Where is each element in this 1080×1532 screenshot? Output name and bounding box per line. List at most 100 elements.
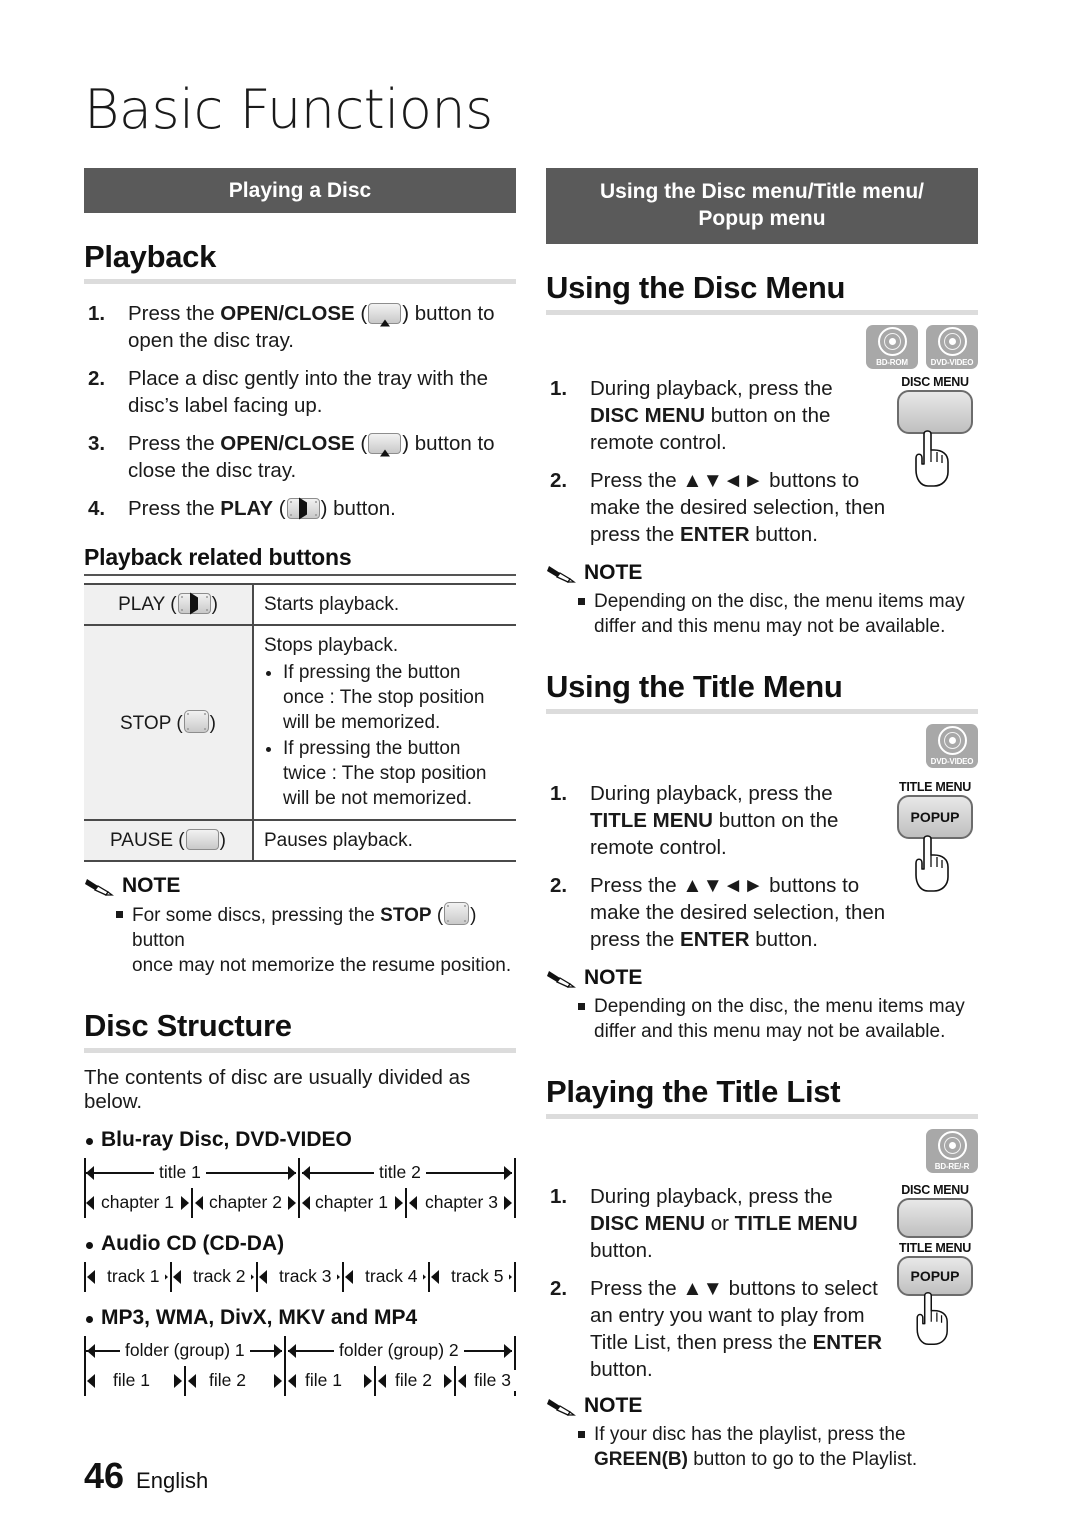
note-title: NOTE: [584, 561, 643, 584]
step-item: 1. During playback, press the TITLE MENU…: [546, 780, 892, 861]
diagram-track-row: track 1 track 2 track 3 track 4 track 5: [84, 1262, 516, 1292]
heading-playing-title-list: Playing the Title List: [546, 1074, 841, 1109]
step-number: 2.: [550, 469, 568, 492]
section-banner-playing-a-disc: Playing a Disc: [84, 168, 516, 213]
table-cell-description: Starts playback.: [264, 594, 400, 615]
heading-using-disc-menu: Using the Disc Menu: [546, 270, 846, 305]
note-block-title-menu: NOTE Depending on the disc, the menu ite…: [546, 966, 978, 1044]
pencil-icon: [547, 566, 576, 583]
note-header: NOTE: [546, 561, 978, 585]
heading-rule: [546, 709, 978, 714]
step-text: Press the ▲▼◄► buttons to make the desir…: [590, 874, 886, 951]
diagram-label: file 2: [204, 1370, 251, 1391]
step-bold-label: TITLE MENU: [590, 809, 713, 832]
badge-dvd-video: DVD-VIDEO: [926, 325, 978, 369]
heading-rule: [84, 279, 516, 284]
page-title: Basic Functions: [84, 78, 493, 141]
step-number: 2.: [550, 874, 568, 897]
stop-key-icon: [444, 902, 470, 925]
step-bold-label: OPEN/CLOSE: [220, 302, 355, 325]
heading-disc-structure: Disc Structure: [84, 1008, 292, 1043]
step-item: 1. During playback, press the DISC MENU …: [546, 375, 892, 456]
heading-playback-related-buttons: Playback related buttons: [84, 544, 352, 570]
step-item: 4. Press the PLAY () button.: [84, 495, 516, 522]
note-text-before: If your disc has the playlist, press the: [594, 1424, 906, 1445]
disc-badges-disc-menu: BD-ROM DVD-VIDEO: [546, 325, 978, 369]
remote-key-art-disc-menu: DISC MENU: [892, 375, 978, 559]
disc-icon: [937, 327, 967, 356]
title-list-steps: 1. During playback, press the DISC MENU …: [546, 1183, 892, 1383]
note-header: NOTE: [546, 966, 978, 990]
badge-bd-rom: BD-ROM: [866, 325, 918, 369]
table-cell-key: PLAY (): [84, 584, 254, 625]
step-number: 4.: [88, 497, 106, 520]
playback-buttons-table: PLAY () Starts playback. STOP () Stops p…: [84, 583, 516, 862]
list-item: If pressing the button once : The stop p…: [283, 660, 506, 735]
left-column: Playing a Disc Playback 1. Press the OPE…: [84, 168, 516, 1396]
play-key-icon: [286, 497, 320, 519]
step-text: Press the OPEN/CLOSE () button to open th…: [128, 302, 495, 352]
diagram-label: track 4: [360, 1266, 423, 1287]
description-bullets: If pressing the button once : The stop p…: [264, 660, 506, 811]
banner-line-1: Using the Disc menu/Title menu/: [599, 180, 924, 203]
diagram-mp3-structure: folder (group) 1 folder (group) 2 file 1…: [84, 1336, 516, 1396]
diagram-label: file 3: [469, 1370, 516, 1391]
step-number: 1.: [550, 1185, 568, 1208]
list-item: For some discs, pressing the STOP () but…: [116, 902, 516, 978]
note-title: NOTE: [584, 1394, 643, 1417]
diagram-file-row: file 1 file 2 file 1 file 2 file 3: [84, 1366, 516, 1396]
note-header: NOTE: [546, 1394, 978, 1418]
step-text: During playback, press the DISC MENU or …: [590, 1185, 858, 1262]
step-number: 2.: [88, 367, 106, 390]
step-item: 1. Press the OPEN/CLOSE () button to open…: [84, 300, 516, 354]
step-number: 1.: [550, 377, 568, 400]
page-language: English: [136, 1468, 209, 1493]
step-bold-label: OPEN/CLOSE: [220, 432, 355, 455]
step-item: 2. Place a disc gently into the tray wit…: [84, 365, 516, 419]
key-label: PAUSE: [110, 830, 174, 851]
pointing-hand-icon: [915, 430, 949, 487]
heading-rule: [546, 310, 978, 315]
disc-menu-steps-block: 1. During playback, press the DISC MENU …: [546, 375, 978, 559]
step-number: 1.: [550, 782, 568, 805]
key-art-label-disc-menu: DISC MENU: [901, 1183, 969, 1197]
step-bold-label: DISC MENU: [590, 1212, 706, 1235]
disc-menu-steps: 1. During playback, press the DISC MENU …: [546, 375, 892, 548]
right-column: Using the Disc menu/Title menu/ Popup me…: [546, 168, 978, 1474]
step-bold-label: DISC MENU: [590, 404, 706, 427]
note-block-stop: NOTE For some discs, pressing the STOP (…: [84, 874, 516, 978]
key-label: STOP: [120, 712, 172, 734]
table-cell-description: Stops playback. If pressing the button o…: [253, 625, 516, 820]
pointing-hand-icon: [916, 1292, 948, 1346]
note-list: Depending on the disc, the menu items ma…: [546, 589, 978, 639]
diagram-label: track 2: [188, 1266, 251, 1287]
step-number: 1.: [88, 302, 106, 325]
step-text: Press the PLAY () button.: [128, 497, 396, 520]
play-key-icon: [177, 592, 211, 614]
note-bold-label: GREEN(B): [594, 1449, 688, 1470]
subheading-rule: [84, 574, 516, 576]
step-item: 2. Press the ▲▼ buttons to select an ent…: [546, 1275, 892, 1383]
table-cell-key: STOP (): [84, 625, 254, 820]
disc-menu-button[interactable]: [897, 1198, 973, 1238]
banner-line-2: Popup menu: [698, 207, 826, 230]
note-list: Depending on the disc, the menu items ma…: [546, 994, 978, 1044]
step-text: During playback, press the DISC MENU but…: [590, 377, 833, 454]
step-text: During playback, press the TITLE MENU bu…: [590, 782, 839, 859]
step-bold-label: PLAY: [220, 497, 274, 520]
step-item: 2. Press the ▲▼◄► buttons to make the de…: [546, 467, 892, 548]
diagram-label: folder (group) 1: [120, 1340, 250, 1361]
disc-group-label-bluray: Blu-ray Disc, DVD-VIDEO: [84, 1128, 516, 1152]
playback-steps: 1. Press the OPEN/CLOSE () button to open…: [84, 300, 516, 522]
step-text: Press the OPEN/CLOSE () button to close t…: [128, 432, 495, 482]
table-cell-description: Pauses playback.: [264, 830, 413, 851]
table-row: PLAY () Starts playback.: [84, 584, 516, 625]
disc-icon: [877, 327, 907, 356]
note-text-after: button to go to the Playlist.: [687, 1449, 918, 1470]
step-bold-label: ENTER: [680, 928, 750, 951]
disc-badges-title-menu: DVD-VIDEO: [546, 724, 978, 768]
pointing-hand-icon: [915, 835, 949, 892]
diagram-chapter-row-overflow: chapter 3: [84, 1188, 516, 1218]
diagram-label: folder (group) 2: [334, 1340, 464, 1361]
page-footer: 46 English: [84, 1455, 208, 1497]
